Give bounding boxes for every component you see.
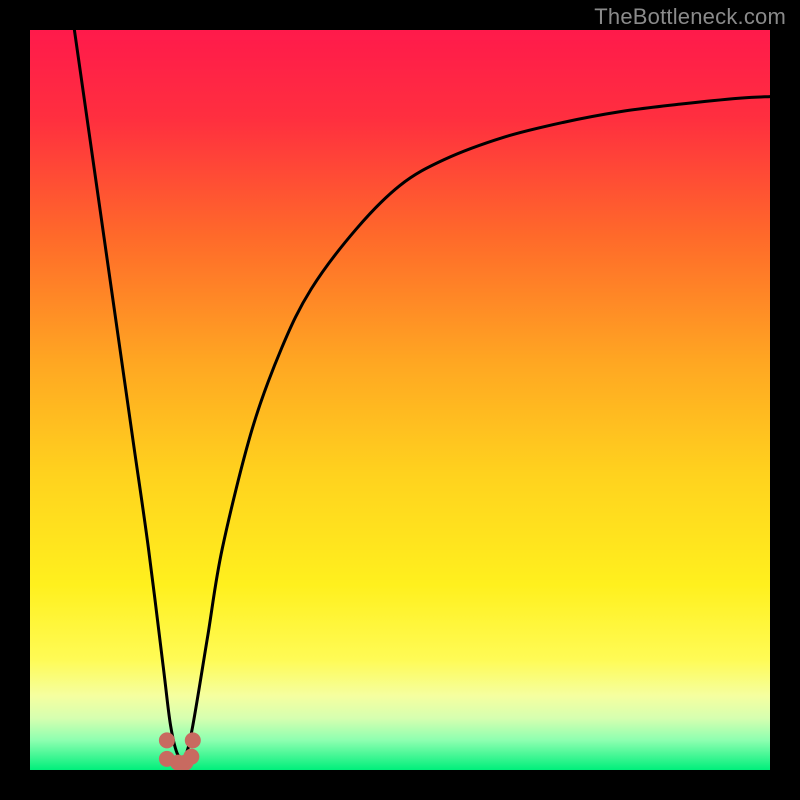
marker-dot	[183, 749, 199, 765]
bottleneck-chart	[30, 30, 770, 770]
marker-dot	[159, 732, 175, 748]
marker-dot	[185, 732, 201, 748]
chart-frame	[30, 30, 770, 770]
watermark-text: TheBottleneck.com	[594, 4, 786, 30]
gradient-background	[30, 30, 770, 770]
